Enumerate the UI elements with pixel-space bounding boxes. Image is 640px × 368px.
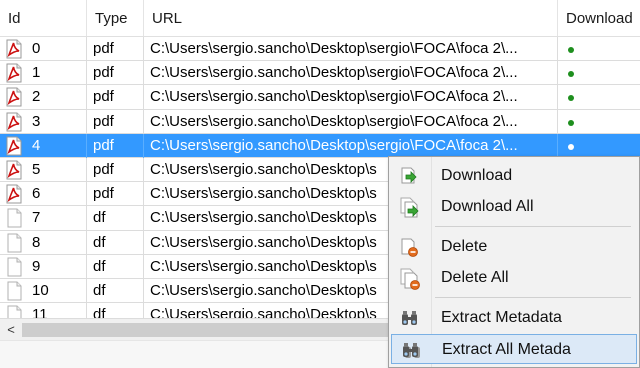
blank-file-icon — [4, 281, 24, 301]
cell-id: 4 — [0, 133, 87, 158]
cell-url: C:\Users\sergio.sancho\Desktop\sergio\FO… — [144, 37, 558, 61]
cell-type: pdf — [87, 133, 144, 158]
delete-all-icon — [399, 268, 421, 290]
cell-type: df — [87, 278, 144, 303]
downloaded-indicator — [568, 71, 574, 78]
cell-id: 0 — [0, 37, 87, 61]
cell-type: df — [87, 206, 144, 231]
menu-separator — [435, 226, 631, 227]
row-id: 7 — [32, 209, 41, 227]
cell-type: pdf — [87, 182, 144, 207]
cell-type: pdf — [87, 157, 144, 182]
pdf-icon — [4, 112, 24, 132]
menu-item-extract-metadata[interactable]: Extract Metadata — [391, 303, 637, 333]
row-id: 3 — [32, 112, 41, 130]
cell-url: C:\Users\sergio.sancho\Desktop\sergio\FO… — [144, 133, 558, 158]
row-id: 4 — [32, 136, 41, 154]
pdf-icon — [4, 184, 24, 204]
table-row[interactable]: 0 pdf C:\Users\sergio.sancho\Desktop\sergi… — [0, 37, 640, 62]
cell-id: 2 — [0, 85, 87, 110]
cell-type: pdf — [87, 37, 144, 61]
downloaded-indicator — [568, 143, 574, 150]
table-row[interactable]: 4 pdf C:\Users\sergio.sancho\Desktop\sergi… — [0, 133, 640, 158]
table-row[interactable]: 1 pdf C:\Users\sergio.sancho\Desktop\sergi… — [0, 61, 640, 86]
cell-id: 8 — [0, 230, 87, 255]
blank-file-icon — [4, 208, 24, 228]
pdf-icon — [4, 39, 24, 59]
menu-item-delete[interactable]: Delete — [391, 232, 637, 262]
cell-id: 10 — [0, 278, 87, 303]
column-header-url[interactable]: URL — [144, 0, 558, 36]
cell-download — [558, 61, 640, 85]
menu-separator — [435, 297, 631, 298]
cell-url: C:\Users\sergio.sancho\Desktop\sergio\FO… — [144, 61, 558, 86]
cell-id: 3 — [0, 109, 87, 134]
menu-item-label: Delete All — [441, 269, 509, 286]
row-id: 8 — [32, 233, 41, 251]
pdf-icon — [4, 160, 24, 180]
downloaded-indicator — [568, 119, 574, 126]
cell-download — [558, 134, 640, 158]
menu-item-download[interactable]: Download — [391, 161, 637, 191]
cell-type: df — [87, 254, 144, 279]
blank-file-icon — [4, 233, 24, 253]
grid-header: Id Type URL Download — [0, 0, 640, 37]
binoculars-all-icon — [400, 340, 422, 362]
cell-id: 1 — [0, 61, 87, 86]
row-id: 2 — [32, 88, 41, 106]
menu-item-label: Extract Metadata — [441, 309, 562, 326]
cell-id: 5 — [0, 157, 87, 182]
row-id: 5 — [32, 160, 41, 178]
column-header-id[interactable]: Id — [0, 0, 87, 36]
row-id: 0 — [32, 40, 41, 57]
scroll-thumb[interactable] — [22, 323, 392, 337]
delete-icon — [399, 237, 421, 259]
context-menu: Download Download All Delete Delete All Extr… — [388, 156, 640, 368]
download-icon — [399, 166, 421, 188]
cell-id: 6 — [0, 182, 87, 207]
menu-item-label: Delete — [441, 238, 488, 255]
blank-file-icon — [4, 257, 24, 277]
scroll-left-button[interactable]: < — [2, 319, 20, 341]
menu-item-delete-all[interactable]: Delete All — [391, 263, 637, 293]
menu-item-label: Extract All Metada — [442, 341, 571, 358]
row-id: 9 — [32, 257, 41, 275]
cell-url: C:\Users\sergio.sancho\Desktop\sergio\FO… — [144, 85, 558, 110]
cell-download — [558, 85, 640, 109]
menu-item-label: Download All — [441, 198, 534, 215]
cell-type: pdf — [87, 61, 144, 86]
pdf-icon — [4, 87, 24, 107]
table-row[interactable]: 2 pdf C:\Users\sergio.sancho\Desktop\sergi… — [0, 85, 640, 110]
pdf-icon — [4, 63, 24, 83]
row-id: 10 — [32, 281, 49, 299]
row-id: 1 — [32, 64, 41, 82]
cell-type: pdf — [87, 85, 144, 110]
column-header-type[interactable]: Type — [87, 0, 144, 36]
table-row[interactable]: 3 pdf C:\Users\sergio.sancho\Desktop\sergi… — [0, 109, 640, 134]
download-all-icon — [399, 197, 421, 219]
cell-id: 7 — [0, 206, 87, 231]
row-id: 6 — [32, 185, 41, 203]
cell-url: C:\Users\sergio.sancho\Desktop\sergio\FO… — [144, 109, 558, 134]
menu-item-label: Download — [441, 167, 513, 184]
downloaded-indicator — [568, 95, 574, 102]
pdf-icon — [4, 136, 24, 156]
binoculars-icon — [399, 308, 421, 330]
cell-type: df — [87, 230, 144, 255]
downloaded-indicator — [568, 47, 574, 53]
menu-item-download-all[interactable]: Download All — [391, 192, 637, 222]
cell-id: 9 — [0, 254, 87, 279]
column-header-download[interactable]: Download — [558, 0, 640, 36]
cell-type: pdf — [87, 109, 144, 134]
cell-download — [558, 37, 640, 61]
menu-item-extract-all-metada[interactable]: Extract All Metada — [391, 334, 637, 364]
cell-download — [558, 110, 640, 134]
